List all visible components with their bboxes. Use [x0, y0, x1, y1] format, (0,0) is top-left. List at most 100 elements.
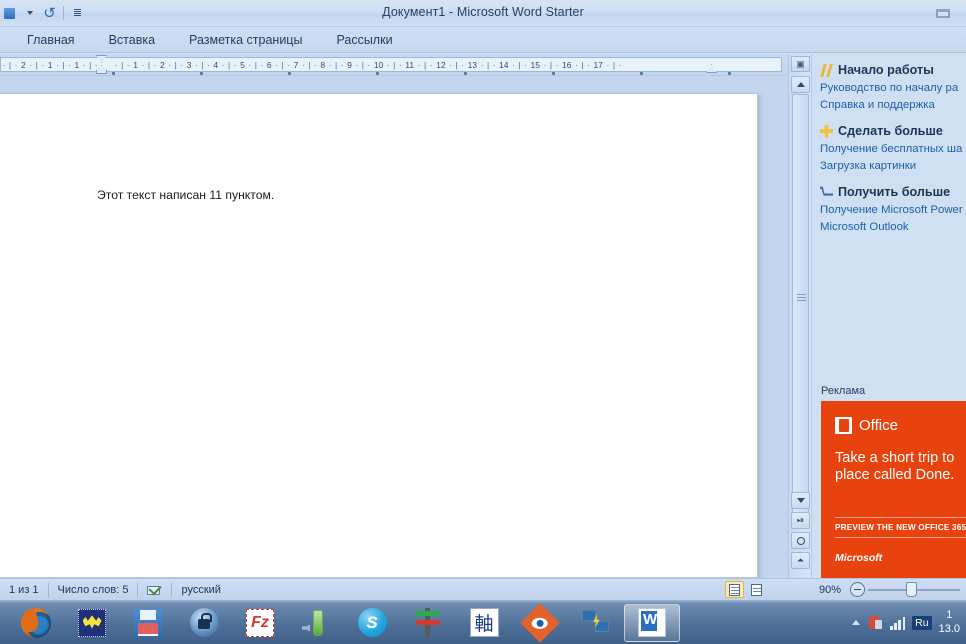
taskbar-item-the-bat-mail[interactable] — [64, 604, 120, 642]
tab-mailings[interactable]: Рассылки — [319, 28, 409, 52]
tab-stop-mark[interactable] — [200, 72, 203, 75]
faststone-viewer-icon — [520, 602, 560, 643]
system-tray: Ru 1 13.0 — [852, 609, 966, 637]
tab-stop-mark[interactable] — [640, 72, 643, 75]
tab-page-layout[interactable]: Разметка страницы — [172, 28, 319, 52]
plus-icon — [820, 124, 833, 138]
taskbar-item-git-app[interactable] — [400, 604, 456, 642]
print-layout-view-button[interactable] — [724, 581, 744, 598]
previous-page-button[interactable]: ⏯ — [791, 512, 810, 529]
document-canvas[interactable]: Этот текст написан 11 пунктом. — [0, 76, 788, 578]
tab-stop-mark[interactable] — [112, 72, 115, 75]
scrollbar-grip-icon — [797, 294, 806, 301]
sidebar-link-get-powerpoint[interactable]: Получение Microsoft Power — [820, 204, 966, 216]
taskbar-item-remote-desktop[interactable] — [568, 604, 624, 642]
draft-view-button[interactable] — [791, 581, 810, 598]
vertical-scrollbar[interactable]: ▣ ⏯ ⏶ — [788, 54, 811, 578]
spell-check-icon — [147, 581, 163, 596]
word-starter-window: ↺ ≣ Документ1 - Microsoft Word Starter Г… — [0, 0, 966, 644]
ruler-number: 9 — [347, 59, 352, 70]
ruler-number: 3 — [186, 59, 192, 70]
ruler-number: 1 — [47, 59, 53, 70]
ruler-number: 13 — [467, 59, 478, 70]
split-box-icon[interactable]: ▣ — [791, 56, 810, 72]
ruler-number: 12 — [436, 59, 446, 70]
full-screen-reading-view-button[interactable] — [747, 581, 766, 598]
sidebar-link-download-picture[interactable]: Загрузка картинки — [820, 160, 966, 172]
horizontal-ruler-area: · | · 2 · | · 1 · | · 1 · | · · | · 1 · | · 2 · | · 3 · | · 4 · | · 5 · | · 6 ·… — [0, 54, 788, 76]
ruler-number: 15 — [530, 59, 540, 70]
document-body-text[interactable]: Этот текст написан 11 пунктом. — [97, 188, 274, 202]
the-bat-mail-icon — [78, 608, 106, 637]
tab-stop-mark[interactable] — [464, 72, 467, 75]
taskbar-item-save-floppy-app[interactable] — [120, 604, 176, 642]
reading-view-icon — [750, 583, 762, 596]
document-page[interactable]: Этот текст написан 11 пунктом. — [0, 93, 758, 578]
ruler-tick: · — [618, 59, 622, 70]
language-indicator[interactable]: Ru — [912, 615, 932, 630]
tab-stop-mark[interactable] — [288, 72, 291, 75]
scroll-up-button[interactable] — [791, 76, 810, 93]
next-page-button[interactable]: ⏶ — [791, 552, 810, 569]
ruler-number: 1 — [133, 59, 138, 70]
taskbar-item-firefox[interactable] — [8, 604, 64, 642]
git-app-icon — [414, 608, 443, 637]
status-word-count[interactable]: Число слов: 5 — [49, 579, 138, 601]
ruler-number: 17 — [593, 59, 603, 70]
sparkle-icon — [820, 64, 833, 77]
taskbar-item-cjk-app[interactable]: 軸 — [456, 604, 512, 642]
ad-brand-row: Office — [821, 401, 966, 434]
sidebar-link-help-and-support[interactable]: Справка и поддержка — [820, 99, 966, 111]
taskbar-item-filezilla[interactable]: Fz — [232, 604, 288, 642]
taskbar-item-keepass-lock[interactable] — [176, 604, 232, 642]
tab-stop-mark[interactable] — [728, 72, 731, 75]
status-page-number[interactable]: 1 из 1 — [0, 579, 48, 601]
title-bar: ↺ ≣ Документ1 - Microsoft Word Starter — [0, 0, 966, 27]
advertisement-banner[interactable]: Office Take a short trip to place called… — [821, 401, 966, 578]
ad-cta-label[interactable]: PREVIEW THE NEW OFFICE 365 — [835, 517, 966, 538]
zoom-slider-thumb[interactable] — [906, 582, 917, 597]
select-browse-object-button[interactable] — [791, 532, 810, 549]
rdp-part — [581, 610, 596, 621]
signal-bars-icon[interactable] — [890, 616, 906, 630]
network-icon[interactable] — [867, 615, 883, 631]
bat-shape — [82, 615, 102, 629]
web-layout-view-button[interactable] — [769, 581, 788, 598]
scroll-down-button[interactable] — [791, 492, 810, 509]
taskbar-item-green-tube-app[interactable] — [288, 604, 344, 642]
status-view-controls: 90% — [724, 581, 966, 598]
taskbar-item-microsoft-word[interactable] — [624, 603, 680, 642]
zoom-slider[interactable] — [868, 582, 960, 597]
restore-window-button[interactable] — [930, 6, 956, 21]
getting-started-sidebar: Начало работы Руководство по началу ра С… — [811, 54, 966, 578]
tab-stop-mark[interactable] — [552, 72, 555, 75]
sidebar-link-outlook[interactable]: Microsoft Outlook — [820, 221, 966, 233]
tab-home[interactable]: Главная — [10, 28, 92, 52]
taskbar-item-skype[interactable]: S — [344, 604, 400, 642]
page-title: Документ1 - Microsoft Word Starter — [382, 5, 584, 19]
horizontal-ruler[interactable]: · | · 2 · | · 1 · | · 1 · | · · | · 1 · | · 2 · | · 3 · | · 4 · | · 5 · | · 6 ·… — [0, 57, 782, 72]
ribbon-tab-bar: Главная Вставка Разметка страницы Рассыл… — [0, 27, 966, 53]
eye-shape — [532, 617, 548, 628]
microsoft-word-icon — [638, 608, 666, 637]
tab-stop-mark[interactable] — [376, 72, 379, 75]
ruler-number: 1 — [74, 59, 80, 70]
advertisement-label: Реклама — [821, 385, 866, 397]
sidebar-heading-get-more: Получить больше — [820, 185, 966, 199]
ruler-number: 8 — [320, 59, 326, 70]
ruler-number: 7 — [293, 59, 299, 70]
zoom-level-label[interactable]: 90% — [813, 584, 847, 596]
show-hidden-icons-icon[interactable] — [852, 620, 861, 625]
taskbar-item-faststone-viewer[interactable] — [512, 602, 568, 643]
taskbar-clock[interactable]: 1 13.0 — [939, 609, 962, 637]
status-spell-check[interactable] — [138, 579, 171, 601]
sidebar-link-free-templates[interactable]: Получение бесплатных ша — [820, 143, 966, 155]
sidebar-heading-label: Получить больше — [838, 185, 951, 199]
scrollbar-thumb[interactable] — [792, 94, 809, 519]
tab-insert[interactable]: Вставка — [92, 28, 172, 52]
zoom-out-button[interactable] — [850, 582, 865, 597]
firefox-icon — [21, 607, 51, 638]
sidebar-link-getting-started-guide[interactable]: Руководство по началу ра — [820, 82, 966, 94]
ruler-number: 2 — [159, 59, 165, 70]
status-language[interactable]: русский — [172, 579, 229, 601]
